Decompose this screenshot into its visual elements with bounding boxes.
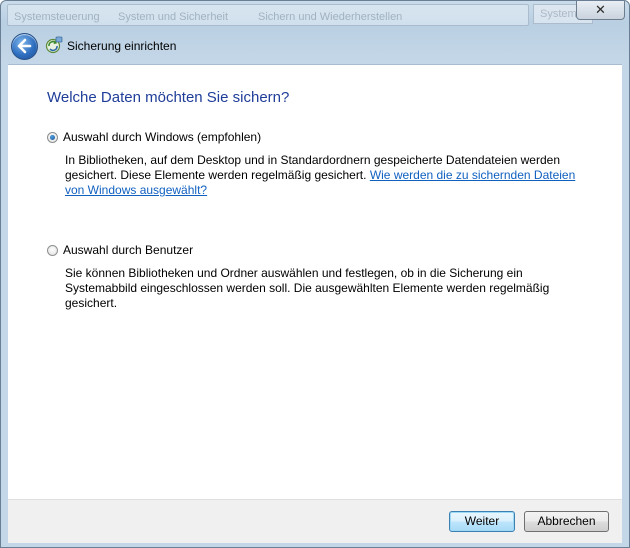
content-panel: Welche Daten möchten Sie sichern? Auswah… <box>8 64 622 500</box>
back-button[interactable] <box>11 33 38 60</box>
option-windows-description: In Bibliotheken, auf dem Desktop und in … <box>65 153 595 198</box>
background-breadcrumb-item: System und Sicherheit <box>118 11 229 23</box>
close-button[interactable]: ✕ <box>576 1 625 20</box>
option-user-description: Sie können Bibliotheken und Ordner auswä… <box>65 266 550 310</box>
backup-icon <box>45 36 63 54</box>
radio-windows-choice[interactable] <box>47 132 58 143</box>
radio-user-choice[interactable] <box>47 245 58 256</box>
cancel-button[interactable]: Abbrechen <box>524 511 609 532</box>
dialog-window: Systemsteuerung System und Sicherheit Si… <box>0 0 630 548</box>
background-address-bar: Systemsteuerung System und Sicherheit Si… <box>7 4 529 26</box>
page-heading: Welche Daten möchten Sie sichern? <box>47 89 290 106</box>
next-button[interactable]: Weiter <box>449 511 515 532</box>
option-windows-label[interactable]: Auswahl durch Windows (empfohlen) <box>63 130 261 144</box>
dialog-footer: Weiter Abbrechen <box>8 499 622 543</box>
option-windows-description-line1: In Bibliotheken, auf dem Desktop und in … <box>65 153 560 167</box>
dialog-title: Sicherung einrichten <box>67 39 177 53</box>
back-arrow-icon <box>17 38 32 54</box>
option-user-label[interactable]: Auswahl durch Benutzer <box>63 243 193 257</box>
background-breadcrumb-item: Systemsteuerung <box>14 11 100 23</box>
background-breadcrumb-item: Sichern und Wiederherstellen <box>258 11 403 23</box>
option-windows-description-line2: gesichert. Diese Elemente werden regelmä… <box>65 168 370 182</box>
